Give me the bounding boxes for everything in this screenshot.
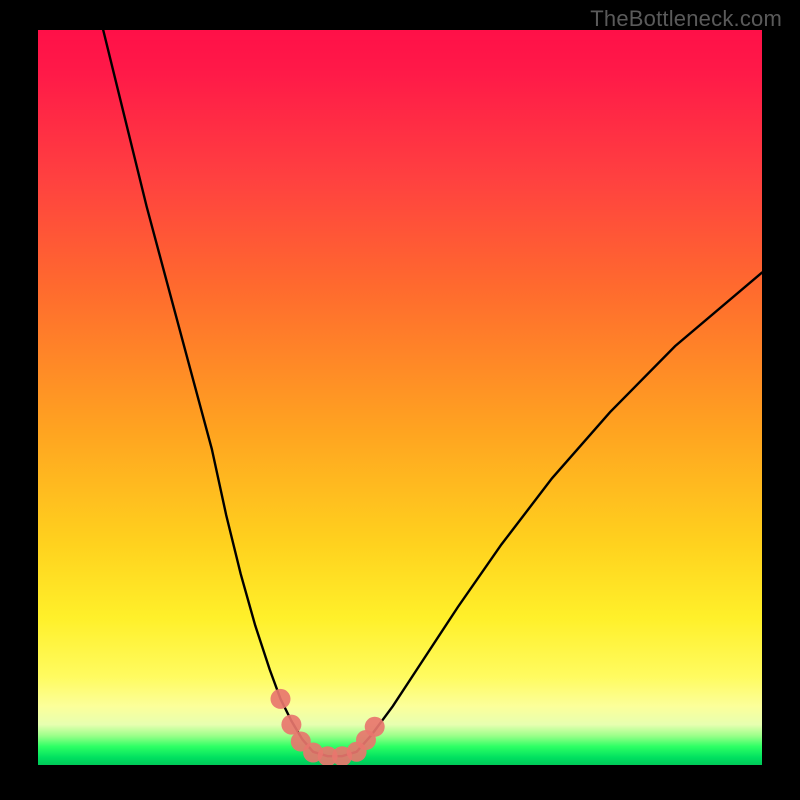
- plot-area: [38, 30, 762, 765]
- bottleneck-curve: [103, 30, 762, 756]
- curve-marker: [271, 689, 291, 709]
- curve-marker: [365, 717, 385, 737]
- curve-marker: [281, 715, 301, 735]
- curve-layer: [38, 30, 762, 765]
- marker-group: [271, 689, 385, 765]
- watermark-text: TheBottleneck.com: [590, 6, 782, 32]
- outer-frame: TheBottleneck.com: [0, 0, 800, 800]
